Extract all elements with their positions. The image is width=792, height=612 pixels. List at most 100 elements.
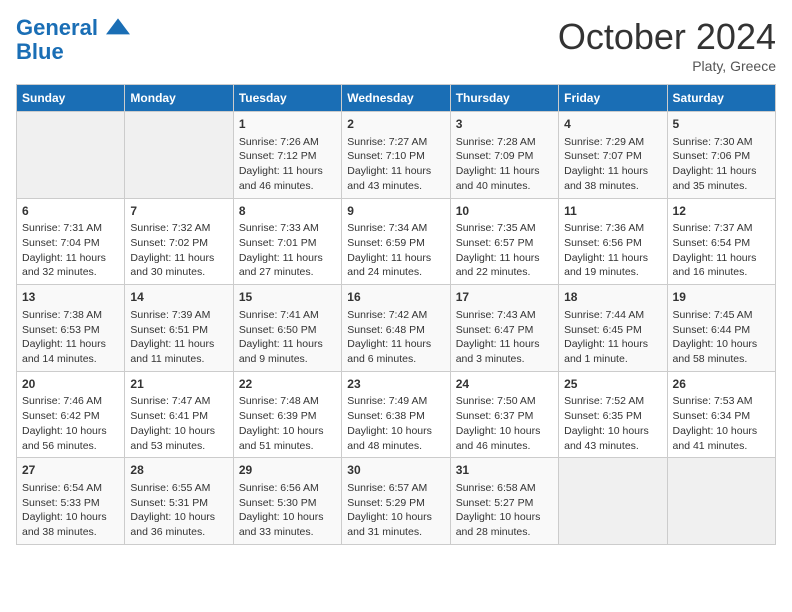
day-info: Sunrise: 7:46 AMSunset: 6:42 PMDaylight:… bbox=[22, 394, 119, 453]
day-info: Sunrise: 7:32 AMSunset: 7:02 PMDaylight:… bbox=[130, 221, 227, 280]
day-number: 2 bbox=[347, 116, 444, 133]
logo-subtext: Blue bbox=[16, 40, 130, 64]
day-number: 17 bbox=[456, 289, 553, 306]
calendar-cell: 18 Sunrise: 7:44 AMSunset: 6:45 PMDayligh… bbox=[559, 285, 667, 372]
calendar-cell: 13Sunrise: 7:38 AMSunset: 6:53 PMDayligh… bbox=[17, 285, 125, 372]
title-block: October 2024 Platy, Greece bbox=[558, 16, 776, 74]
day-number: 7 bbox=[130, 203, 227, 220]
calendar-cell: 17 Sunrise: 7:43 AMSunset: 6:47 PMDayligh… bbox=[450, 285, 558, 372]
day-number: 18 bbox=[564, 289, 661, 306]
day-info: Sunrise: 6:58 AMSunset: 5:27 PMDaylight:… bbox=[456, 481, 553, 540]
day-number: 10 bbox=[456, 203, 553, 220]
day-number: 26 bbox=[673, 376, 770, 393]
day-number: 6 bbox=[22, 203, 119, 220]
calendar-cell: 10Sunrise: 7:35 AMSunset: 6:57 PMDayligh… bbox=[450, 198, 558, 285]
day-number: 16 bbox=[347, 289, 444, 306]
day-number: 11 bbox=[564, 203, 661, 220]
day-info: Sunrise: 7:37 AMSunset: 6:54 PMDaylight:… bbox=[673, 221, 770, 280]
calendar-cell: 1 Sunrise: 7:26 AMSunset: 7:12 PMDaylight… bbox=[233, 112, 341, 199]
day-of-week-header: Sunday bbox=[17, 85, 125, 112]
calendar-cell: 5Sunrise: 7:30 AMSunset: 7:06 PMDaylight… bbox=[667, 112, 775, 199]
calendar-cell: 15 Sunrise: 7:41 AMSunset: 6:50 PMDayligh… bbox=[233, 285, 341, 372]
day-info: Sunrise: 7:43 AMSunset: 6:47 PMDaylight:… bbox=[456, 308, 553, 367]
calendar-cell bbox=[559, 458, 667, 545]
day-number: 8 bbox=[239, 203, 336, 220]
day-of-week-header: Saturday bbox=[667, 85, 775, 112]
month-title: October 2024 bbox=[558, 16, 776, 58]
day-number: 23 bbox=[347, 376, 444, 393]
day-number: 25 bbox=[564, 376, 661, 393]
day-number: 12 bbox=[673, 203, 770, 220]
day-of-week-header: Tuesday bbox=[233, 85, 341, 112]
day-of-week-header: Thursday bbox=[450, 85, 558, 112]
calendar-week-row: 1 Sunrise: 7:26 AMSunset: 7:12 PMDaylight… bbox=[17, 112, 776, 199]
day-number: 30 bbox=[347, 462, 444, 479]
day-number: 14 bbox=[130, 289, 227, 306]
day-number: 22 bbox=[239, 376, 336, 393]
calendar-cell: 14 Sunrise: 7:39 AMSunset: 6:51 PMDayligh… bbox=[125, 285, 233, 372]
day-number: 24 bbox=[456, 376, 553, 393]
calendar-cell: 4Sunrise: 7:29 AMSunset: 7:07 PMDaylight… bbox=[559, 112, 667, 199]
calendar-cell: 24Sunrise: 7:50 AMSunset: 6:37 PMDayligh… bbox=[450, 371, 558, 458]
day-of-week-header: Friday bbox=[559, 85, 667, 112]
day-info: Sunrise: 7:36 AMSunset: 6:56 PMDaylight:… bbox=[564, 221, 661, 280]
calendar-cell: 26Sunrise: 7:53 AMSunset: 6:34 PMDayligh… bbox=[667, 371, 775, 458]
calendar-cell bbox=[125, 112, 233, 199]
day-number: 4 bbox=[564, 116, 661, 133]
day-info: Sunrise: 7:33 AMSunset: 7:01 PMDaylight:… bbox=[239, 221, 336, 280]
day-info: Sunrise: 7:27 AMSunset: 7:10 PMDaylight:… bbox=[347, 135, 444, 194]
day-info: Sunrise: 7:35 AMSunset: 6:57 PMDaylight:… bbox=[456, 221, 553, 280]
day-number: 5 bbox=[673, 116, 770, 133]
calendar-cell: 8Sunrise: 7:33 AMSunset: 7:01 PMDaylight… bbox=[233, 198, 341, 285]
day-info: Sunrise: 7:49 AMSunset: 6:38 PMDaylight:… bbox=[347, 394, 444, 453]
day-info: Sunrise: 7:39 AMSunset: 6:51 PMDaylight:… bbox=[130, 308, 227, 367]
day-info: Sunrise: 7:31 AMSunset: 7:04 PMDaylight:… bbox=[22, 221, 119, 280]
day-number: 3 bbox=[456, 116, 553, 133]
calendar-cell: 28Sunrise: 6:55 AMSunset: 5:31 PMDayligh… bbox=[125, 458, 233, 545]
calendar-cell: 2 Sunrise: 7:27 AMSunset: 7:10 PMDaylight… bbox=[342, 112, 450, 199]
day-info: Sunrise: 6:57 AMSunset: 5:29 PMDaylight:… bbox=[347, 481, 444, 540]
calendar-header-row: SundayMondayTuesdayWednesdayThursdayFrid… bbox=[17, 85, 776, 112]
day-info: Sunrise: 7:50 AMSunset: 6:37 PMDaylight:… bbox=[456, 394, 553, 453]
calendar-week-row: 6Sunrise: 7:31 AMSunset: 7:04 PMDaylight… bbox=[17, 198, 776, 285]
day-of-week-header: Wednesday bbox=[342, 85, 450, 112]
calendar-cell: 9Sunrise: 7:34 AMSunset: 6:59 PMDaylight… bbox=[342, 198, 450, 285]
calendar-cell: 6Sunrise: 7:31 AMSunset: 7:04 PMDaylight… bbox=[17, 198, 125, 285]
day-number: 29 bbox=[239, 462, 336, 479]
calendar-cell: 30 Sunrise: 6:57 AMSunset: 5:29 PMDayligh… bbox=[342, 458, 450, 545]
day-number: 15 bbox=[239, 289, 336, 306]
day-info: Sunrise: 6:54 AMSunset: 5:33 PMDaylight:… bbox=[22, 481, 119, 540]
day-number: 27 bbox=[22, 462, 119, 479]
day-info: Sunrise: 7:45 AMSunset: 6:44 PMDaylight:… bbox=[673, 308, 770, 367]
calendar-cell: 3Sunrise: 7:28 AMSunset: 7:09 PMDaylight… bbox=[450, 112, 558, 199]
day-number: 13 bbox=[22, 289, 119, 306]
calendar-body: 1 Sunrise: 7:26 AMSunset: 7:12 PMDaylight… bbox=[17, 112, 776, 545]
calendar-week-row: 27 Sunrise: 6:54 AMSunset: 5:33 PMDayligh… bbox=[17, 458, 776, 545]
day-info: Sunrise: 7:41 AMSunset: 6:50 PMDaylight:… bbox=[239, 308, 336, 367]
day-info: Sunrise: 7:52 AMSunset: 6:35 PMDaylight:… bbox=[564, 394, 661, 453]
day-number: 1 bbox=[239, 116, 336, 133]
calendar-cell: 7Sunrise: 7:32 AMSunset: 7:02 PMDaylight… bbox=[125, 198, 233, 285]
calendar-week-row: 13Sunrise: 7:38 AMSunset: 6:53 PMDayligh… bbox=[17, 285, 776, 372]
calendar-cell: 21Sunrise: 7:47 AMSunset: 6:41 PMDayligh… bbox=[125, 371, 233, 458]
calendar-cell: 23Sunrise: 7:49 AMSunset: 6:38 PMDayligh… bbox=[342, 371, 450, 458]
day-info: Sunrise: 7:26 AMSunset: 7:12 PMDaylight:… bbox=[239, 135, 336, 194]
day-info: Sunrise: 7:47 AMSunset: 6:41 PMDaylight:… bbox=[130, 394, 227, 453]
day-number: 9 bbox=[347, 203, 444, 220]
day-number: 31 bbox=[456, 462, 553, 479]
calendar-cell: 19Sunrise: 7:45 AMSunset: 6:44 PMDayligh… bbox=[667, 285, 775, 372]
calendar-cell: 27 Sunrise: 6:54 AMSunset: 5:33 PMDayligh… bbox=[17, 458, 125, 545]
day-of-week-header: Monday bbox=[125, 85, 233, 112]
calendar-cell: 22Sunrise: 7:48 AMSunset: 6:39 PMDayligh… bbox=[233, 371, 341, 458]
calendar-cell: 11Sunrise: 7:36 AMSunset: 6:56 PMDayligh… bbox=[559, 198, 667, 285]
calendar-cell: 31 Sunrise: 6:58 AMSunset: 5:27 PMDayligh… bbox=[450, 458, 558, 545]
logo: General Blue bbox=[16, 16, 130, 64]
calendar-cell: 16 Sunrise: 7:42 AMSunset: 6:48 PMDayligh… bbox=[342, 285, 450, 372]
day-info: Sunrise: 7:42 AMSunset: 6:48 PMDaylight:… bbox=[347, 308, 444, 367]
day-info: Sunrise: 7:34 AMSunset: 6:59 PMDaylight:… bbox=[347, 221, 444, 280]
calendar-cell bbox=[667, 458, 775, 545]
day-info: Sunrise: 7:44 AMSunset: 6:45 PMDaylight:… bbox=[564, 308, 661, 367]
calendar-cell: 25Sunrise: 7:52 AMSunset: 6:35 PMDayligh… bbox=[559, 371, 667, 458]
day-info: Sunrise: 6:55 AMSunset: 5:31 PMDaylight:… bbox=[130, 481, 227, 540]
page-header: General Blue October 2024 Platy, Greece bbox=[16, 16, 776, 74]
